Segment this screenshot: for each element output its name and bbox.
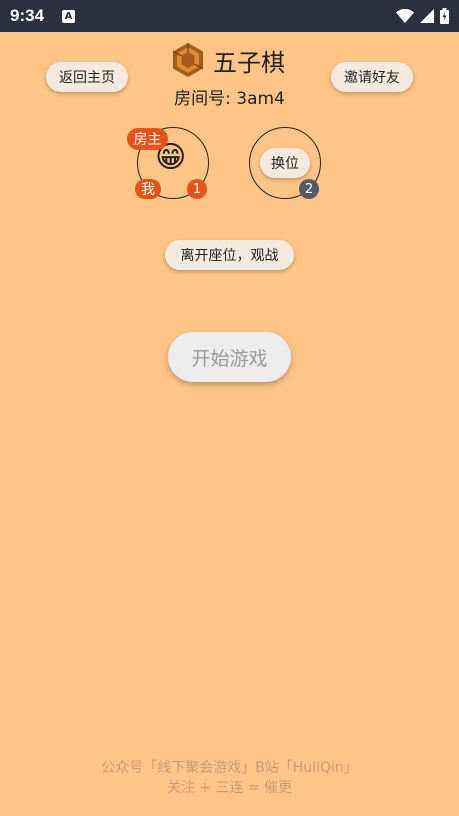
swap-seat-button[interactable]: 换位 [260,148,310,178]
host-badge: 房主 [127,128,168,150]
start-game-button[interactable]: 开始游戏 [168,332,291,382]
room-number: 房间号: 3am4 [174,89,285,109]
me-badge: 我 [135,179,161,199]
footer-line-2: 关注 + 三连 = 催更 [166,780,293,796]
seat-number-badge: 2 [299,179,319,199]
footer-line-1: 公众号「线下聚会游戏」B站「HullQin」 [101,760,358,776]
gomoku-logo-icon [172,43,204,77]
wifi-icon [396,9,414,23]
notification-icon: A [62,9,76,23]
status-icons [396,8,449,24]
leave-seat-spectate-button[interactable]: 离开座位，观战 [165,240,294,270]
cellular-signal-icon [420,9,434,23]
status-bar: 9:34 A [0,0,459,32]
seat-number-badge: 1 [187,179,207,199]
status-time: 9:34 [10,6,45,25]
app-title: 五子棋 [171,42,285,78]
page-title: 五子棋 [213,48,285,77]
battery-icon [440,8,449,24]
